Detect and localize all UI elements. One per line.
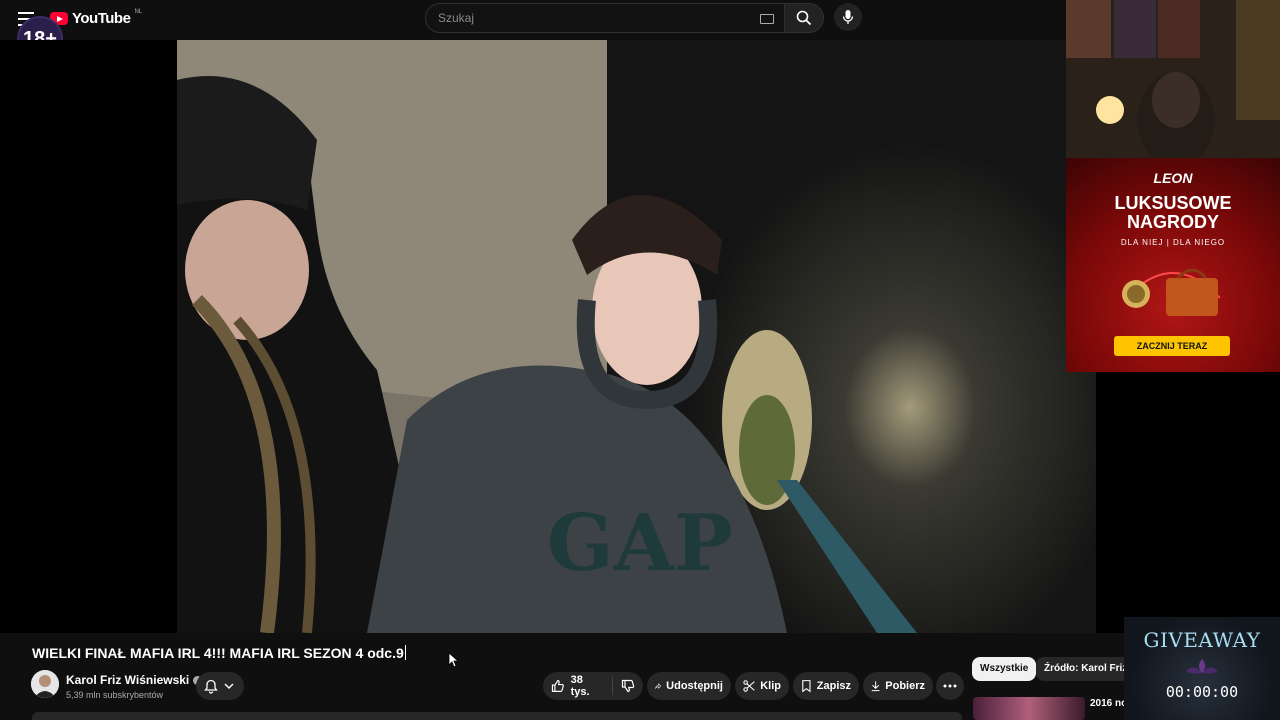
search-button[interactable] [784,3,824,33]
mouse-cursor-icon [448,652,458,668]
like-dislike-group: 38 tys. [543,672,643,700]
giveaway-title: GIVEAWAY [1143,628,1261,652]
avatar-image [31,670,59,698]
bookmark-icon [802,680,811,693]
share-icon [655,683,662,689]
voice-search-button[interactable] [834,3,862,31]
channel-avatar[interactable] [31,670,59,698]
thumbs-down-icon [621,679,635,693]
ad-banner[interactable]: LEON LUKSUSOWE NAGRODY DLA NIEJ | DLA NI… [1066,158,1280,372]
lotus-icon [1186,659,1218,674]
ad-headline-1: LUKSUSOWE [1114,193,1232,213]
keyboard-icon[interactable] [760,14,774,24]
recommended-video-thumbnail[interactable] [973,697,1085,720]
share-label: Udostępnij [666,680,723,692]
like-count: 38 tys. [570,674,590,698]
bell-icon [204,679,218,694]
subscriber-count: 5,39 mln subskrybentów [66,690,164,700]
region-code: NL [134,8,143,15]
clip-button[interactable]: Klip [735,672,789,700]
video-player[interactable]: GAP [177,40,1096,633]
ad-brand: LEON [1153,170,1193,186]
ad-cta-button[interactable]: ZACZNIJ TERAZ [1114,336,1230,356]
save-label: Zapisz [816,680,851,692]
channel-name[interactable]: Karol Friz Wiśniewski [66,673,202,687]
download-icon [871,681,880,692]
giveaway-overlay: GIVEAWAY 00:00:00 [1124,617,1280,720]
like-button[interactable]: 38 tys. [543,674,613,698]
chevron-down-icon [224,683,234,689]
ad-products-image [1122,268,1221,316]
player-letterbox-right [1096,372,1280,633]
notifications-button[interactable] [196,672,244,700]
ad-headline-2: NAGRODY [1126,212,1219,232]
recommended-video-title[interactable]: 2016 no [1090,698,1127,709]
search-icon [796,10,812,26]
search-input[interactable] [436,10,740,26]
video-frame: GAP [177,40,1096,633]
video-title-text: WIELKI FINAŁ MAFIA IRL 4!!! MAFIA IRL SE… [32,645,404,661]
clip-label: Klip [760,680,781,692]
download-button[interactable]: Pobierz [863,672,933,700]
webcam-image [1066,0,1280,158]
streamer-webcam [1066,0,1280,158]
more-horizontal-icon [943,684,957,688]
thumbs-up-icon [551,680,564,692]
more-actions-button[interactable] [936,672,964,700]
logo-text: YouTube [72,10,131,27]
ad-subline: DLA NIEJ | DLA NIEGO [1120,238,1226,247]
text-caret [404,645,406,660]
share-button[interactable]: Udostępnij [647,672,731,700]
search-box[interactable] [425,3,785,33]
video-title: WIELKI FINAŁ MAFIA IRL 4!!! MAFIA IRL SE… [32,645,406,661]
channel-name-text: Karol Friz Wiśniewski [66,673,190,687]
filter-chip-all[interactable]: Wszystkie [972,657,1037,681]
download-label: Pobierz [885,680,925,692]
player-letterbox-left [0,40,177,633]
dislike-button[interactable] [613,679,643,693]
microphone-icon [842,10,854,24]
save-button[interactable]: Zapisz [793,672,859,700]
giveaway-timer: 00:00:00 [1165,683,1239,701]
youtube-logo[interactable]: YouTube NL [50,8,143,27]
hoodie-logo: GAP [547,498,733,589]
description-box[interactable] [32,712,962,720]
scissors-icon [743,680,755,692]
